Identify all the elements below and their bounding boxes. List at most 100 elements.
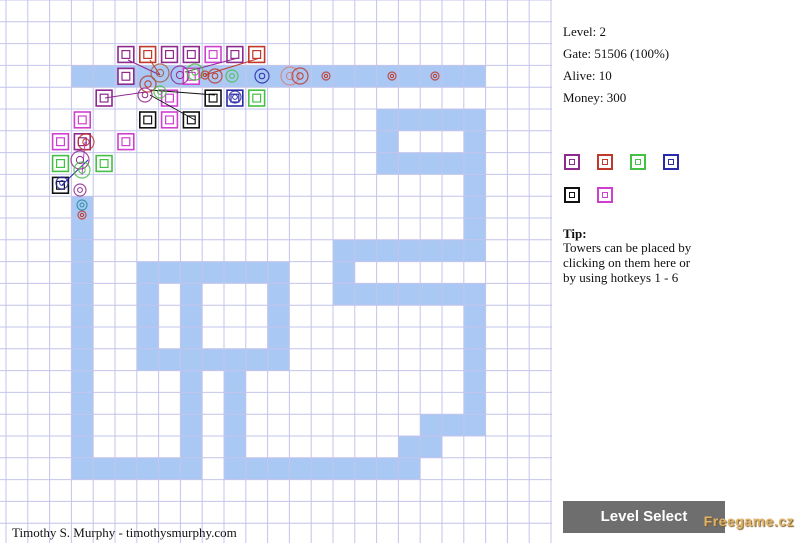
path-cell	[71, 218, 94, 240]
path-cell	[224, 65, 246, 88]
path-cell	[333, 239, 355, 262]
path-cell	[463, 109, 486, 131]
path-cell	[398, 65, 421, 88]
path-cell	[71, 414, 94, 436]
tower[interactable]	[182, 45, 200, 64]
tower[interactable]	[51, 154, 70, 173]
game-board[interactable]	[0, 0, 552, 543]
path-cell	[71, 348, 94, 371]
path-cell	[354, 283, 377, 306]
path-cell	[180, 348, 203, 371]
tower[interactable]	[139, 45, 157, 64]
path-cell	[398, 283, 421, 306]
tip-line: Towers can be placed by	[563, 240, 692, 255]
path-cell	[180, 327, 203, 349]
tower[interactable]	[160, 45, 179, 64]
path-cell	[71, 436, 94, 458]
tower[interactable]	[117, 67, 135, 86]
alive-label: Alive: 10	[563, 68, 612, 83]
path-cell	[93, 457, 115, 480]
path-cell	[71, 239, 94, 262]
path-cell	[224, 392, 246, 415]
path-cell	[463, 392, 486, 415]
path-cell	[180, 436, 203, 458]
path-cell	[376, 457, 399, 480]
tower-button-green[interactable]	[630, 154, 646, 170]
path-cell	[398, 109, 421, 131]
path-cell	[180, 283, 203, 306]
path-cell	[376, 109, 399, 131]
path-cell	[136, 327, 159, 349]
path-cell	[71, 370, 94, 393]
path-cell	[463, 218, 486, 240]
path-cell	[333, 261, 355, 284]
path-cell	[71, 305, 94, 327]
path-cell	[71, 392, 94, 415]
path-cell	[136, 283, 159, 306]
path-cell	[420, 436, 442, 458]
path-cell	[463, 196, 486, 218]
path-cell	[442, 109, 464, 131]
gate-label: Gate: 51506 (100%)	[563, 46, 670, 61]
tower[interactable]	[117, 45, 135, 64]
tower[interactable]	[248, 45, 266, 64]
tower[interactable]	[248, 89, 266, 107]
freegame-watermark: Freegame.cz	[703, 513, 794, 529]
path-cell	[180, 305, 203, 327]
money-label: Money: 300	[563, 90, 627, 105]
tower[interactable]	[160, 111, 179, 129]
path-cell	[136, 261, 159, 284]
path-cell	[463, 174, 486, 197]
path-cell	[202, 261, 224, 284]
path-cell	[420, 109, 442, 131]
tower[interactable]	[160, 89, 179, 107]
path-cell	[224, 370, 246, 393]
tower[interactable]	[95, 89, 113, 107]
path-cell	[442, 414, 464, 436]
path-cell	[376, 283, 399, 306]
side-panel: Level: 2 Gate: 51506 (100%) Alive: 10 Mo…	[552, 0, 800, 543]
tower-button-red[interactable]	[597, 154, 613, 170]
creep-path	[71, 65, 486, 480]
path-cell	[442, 239, 464, 262]
tower-button-magenta[interactable]	[597, 187, 613, 203]
tower[interactable]	[51, 133, 70, 151]
tower[interactable]	[139, 111, 157, 129]
path-cell	[354, 65, 377, 88]
path-cell	[463, 414, 486, 436]
path-cell	[245, 457, 268, 480]
path-cell	[267, 457, 290, 480]
tower[interactable]	[73, 111, 92, 129]
tower-button-blue[interactable]	[663, 154, 679, 170]
path-cell	[202, 348, 224, 371]
path-cell	[71, 261, 94, 284]
path-cell	[463, 239, 486, 262]
path-cell	[463, 370, 486, 393]
path-cell	[442, 65, 464, 88]
tower[interactable]	[95, 154, 113, 173]
path-cell	[398, 436, 421, 458]
path-cell	[136, 348, 159, 371]
path-cell	[376, 239, 399, 262]
tower[interactable]	[73, 133, 92, 151]
creep	[137, 87, 153, 103]
path-cell	[71, 283, 94, 306]
path-cell	[136, 457, 159, 480]
tower[interactable]	[204, 45, 222, 64]
path-cell	[115, 457, 137, 480]
path-cell	[158, 457, 181, 480]
path-cell	[267, 261, 290, 284]
path-cell	[224, 457, 246, 480]
path-cell	[136, 305, 159, 327]
tower-button-purple[interactable]	[564, 154, 580, 170]
tower[interactable]	[204, 89, 222, 107]
path-cell	[158, 348, 181, 371]
creep	[73, 183, 87, 197]
tower-button-black[interactable]	[564, 187, 580, 203]
path-cell	[224, 436, 246, 458]
level-select-button[interactable]: Level Select	[563, 501, 725, 533]
path-cell	[267, 283, 290, 306]
path-cell	[376, 130, 399, 153]
path-cell	[224, 414, 246, 436]
tower[interactable]	[117, 133, 135, 151]
